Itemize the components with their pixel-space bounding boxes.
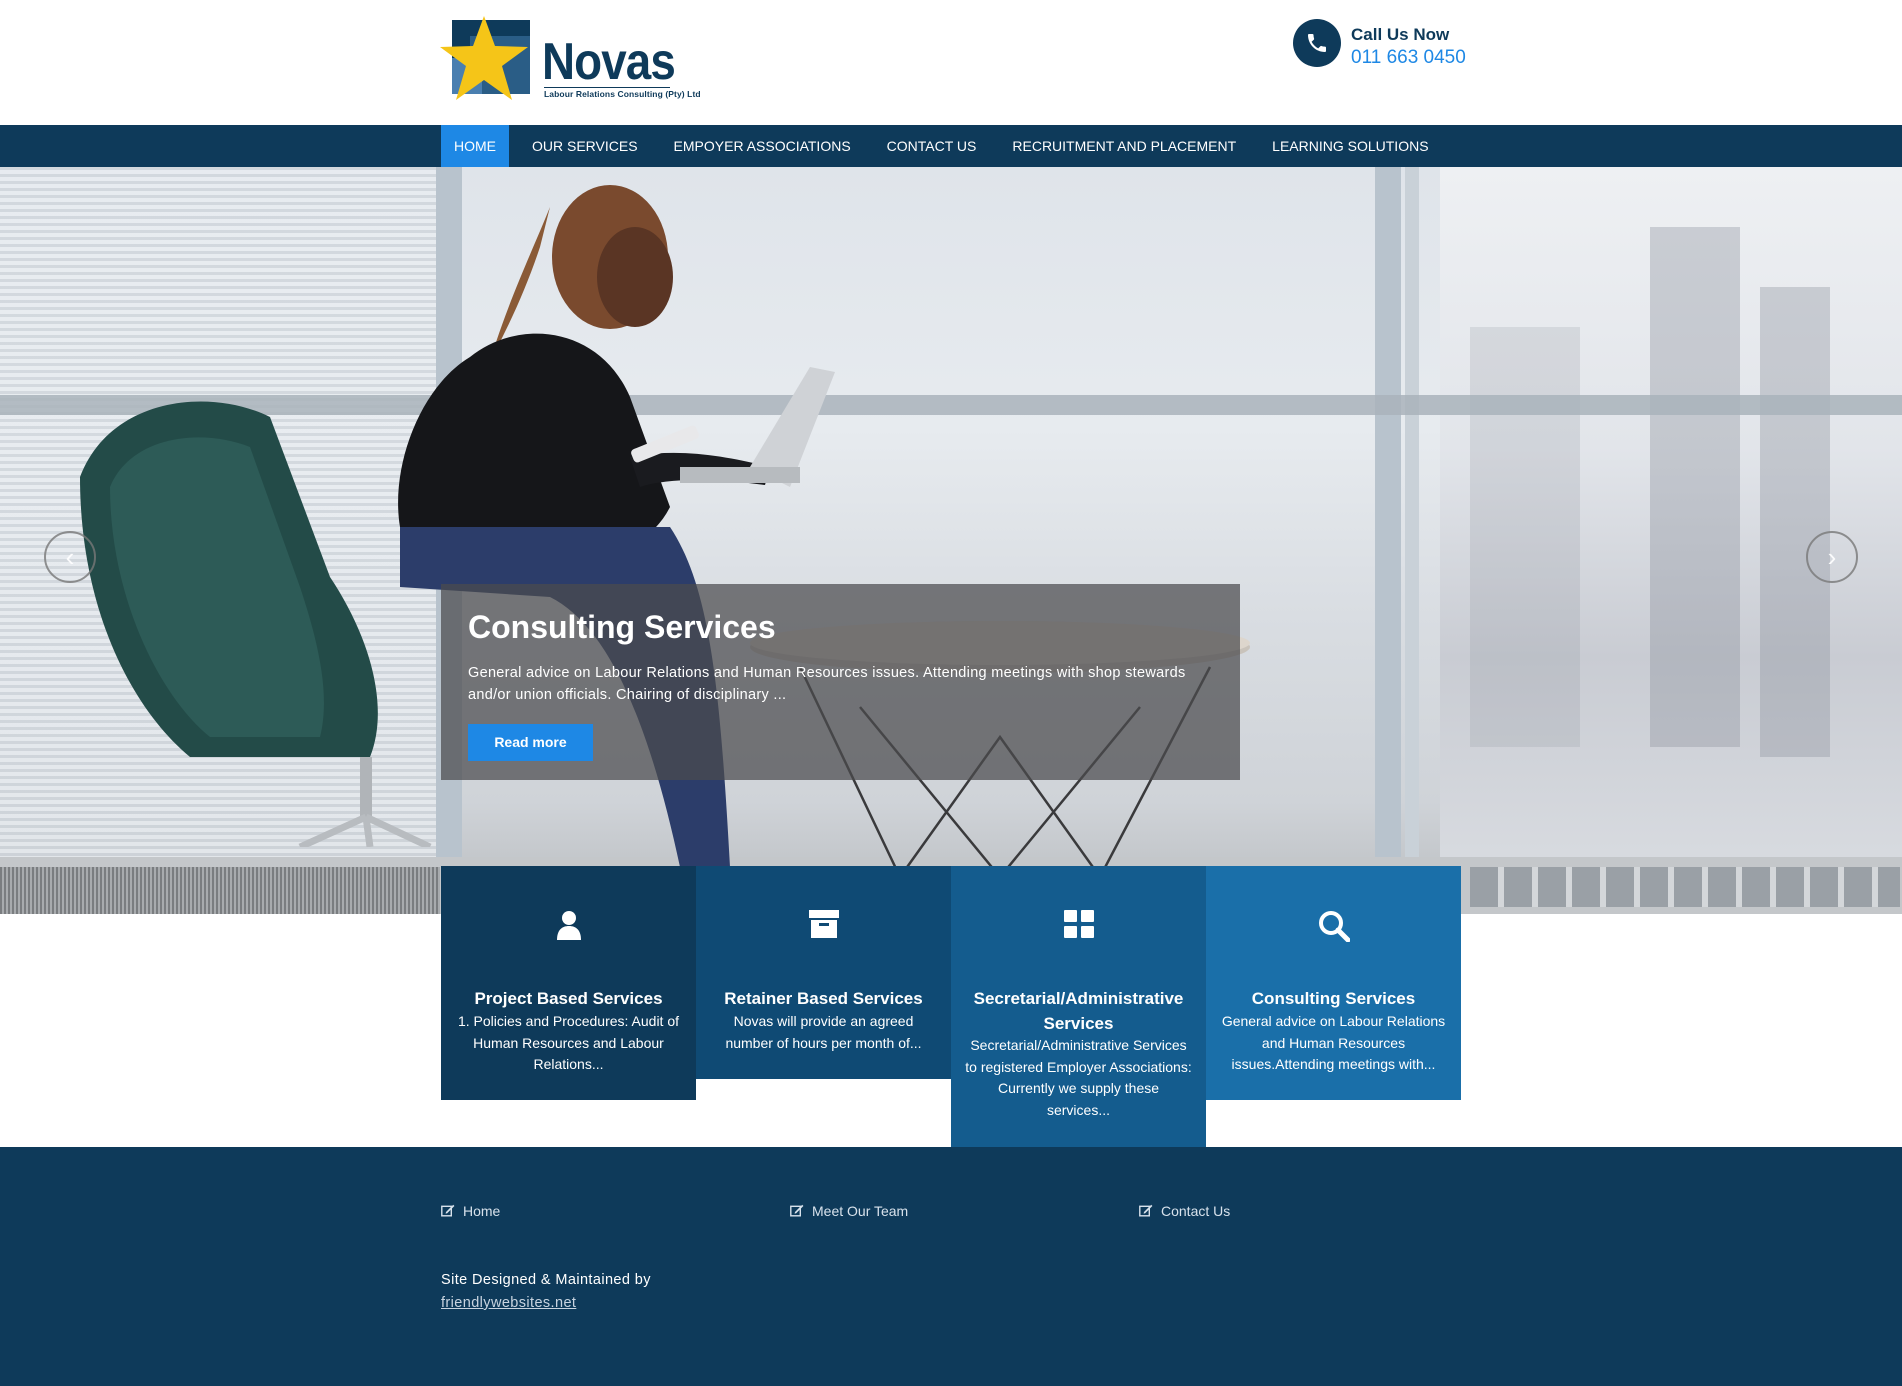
- nav-item-learning-solutions[interactable]: LEARNING SOLUTIONS: [1259, 125, 1441, 167]
- chevron-left-icon: ‹: [65, 542, 75, 572]
- read-more-button[interactable]: Read more: [468, 724, 593, 761]
- service-description: General advice on Labour Relations and H…: [1221, 1013, 1446, 1072]
- footer-link-label: Contact Us: [1161, 1203, 1231, 1219]
- logo-wordmark: Novas: [542, 33, 676, 91]
- hero-window-frame: [1405, 167, 1419, 867]
- user-icon: [441, 910, 696, 944]
- service-tile-project[interactable]: Project Based Services 1. Policies and P…: [441, 866, 696, 1100]
- service-description: Secretarial/Administrative Services to r…: [965, 1037, 1192, 1118]
- archive-icon: [696, 910, 951, 944]
- nav-item-contact-us[interactable]: CONTACT US: [874, 125, 990, 167]
- hero-vent: [1470, 867, 1900, 907]
- footer-link-contact-us[interactable]: Contact Us: [1139, 1203, 1230, 1219]
- service-title: Consulting Services: [1251, 989, 1416, 1008]
- slider-prev-button[interactable]: ‹: [44, 531, 96, 583]
- service-description: Novas will provide an agreed number of h…: [725, 1013, 922, 1051]
- edit-icon: [1139, 1204, 1153, 1217]
- phone-icon[interactable]: [1293, 19, 1341, 67]
- service-tile-retainer[interactable]: Retainer Based Services Novas will provi…: [696, 866, 951, 1079]
- nav-item-recruitment[interactable]: RECRUITMENT AND PLACEMENT: [999, 125, 1249, 167]
- service-tile-consulting[interactable]: Consulting Services General advice on La…: [1206, 866, 1461, 1100]
- nav-item-our-services[interactable]: OUR SERVICES: [519, 125, 651, 167]
- hero-city-window: [1440, 167, 1902, 867]
- star-logo-icon: [440, 16, 530, 100]
- slide-title: Consulting Services: [468, 609, 776, 645]
- service-title: Retainer Based Services: [724, 989, 923, 1008]
- footer-credit-text: Site Designed & Maintained by: [441, 1272, 651, 1288]
- footer-credit-link[interactable]: friendlywebsites.net: [441, 1295, 576, 1311]
- call-us-label: Call Us Now: [1351, 25, 1450, 44]
- call-us-block: Call Us Now 011 663 0450: [1293, 19, 1473, 69]
- main-navigation: HOME OUR SERVICES EMPOYER ASSOCIATIONS C…: [0, 125, 1902, 167]
- slider-next-button[interactable]: ›: [1806, 531, 1858, 583]
- chevron-right-icon: ›: [1827, 542, 1837, 572]
- search-icon: [1206, 910, 1461, 944]
- slide-caption: Consulting Services General advice on La…: [441, 584, 1240, 780]
- edit-icon: [441, 1204, 455, 1217]
- nav-item-employer-associations[interactable]: EMPOYER ASSOCIATIONS: [661, 125, 864, 167]
- logo-rule: [544, 87, 670, 88]
- edit-icon: [790, 1204, 804, 1217]
- service-description: 1. Policies and Procedures: Audit of Hum…: [457, 1013, 680, 1072]
- footer-link-meet-our-team[interactable]: Meet Our Team: [790, 1203, 908, 1219]
- nav-item-home[interactable]: HOME: [441, 125, 509, 167]
- service-title: Secretarial/Administrative Services: [973, 989, 1184, 1033]
- service-title: Project Based Services: [474, 989, 663, 1008]
- site-header: Novas Labour Relations Consulting (Pty) …: [0, 0, 1902, 125]
- slide-description: General advice on Labour Relations and H…: [468, 665, 1186, 703]
- service-tile-secretarial[interactable]: Secretarial/Administrative Services Secr…: [951, 866, 1206, 1147]
- site-footer: Home Meet Our Team Contact Us Site Desig…: [0, 1147, 1902, 1386]
- hero-window-frame: [1375, 167, 1401, 867]
- hero-slider: ‹ › Consulting Services General advice o…: [0, 167, 1902, 914]
- footer-link-label: Home: [463, 1203, 501, 1219]
- footer-link-label: Meet Our Team: [812, 1203, 909, 1219]
- novas-logo[interactable]: Novas Labour Relations Consulting (Pty) …: [440, 14, 701, 112]
- phone-number-link[interactable]: 011 663 0450: [1351, 47, 1466, 69]
- logo-subtitle: Labour Relations Consulting (Pty) Ltd: [544, 89, 701, 99]
- footer-link-home[interactable]: Home: [441, 1203, 500, 1219]
- grid-icon: [951, 910, 1206, 944]
